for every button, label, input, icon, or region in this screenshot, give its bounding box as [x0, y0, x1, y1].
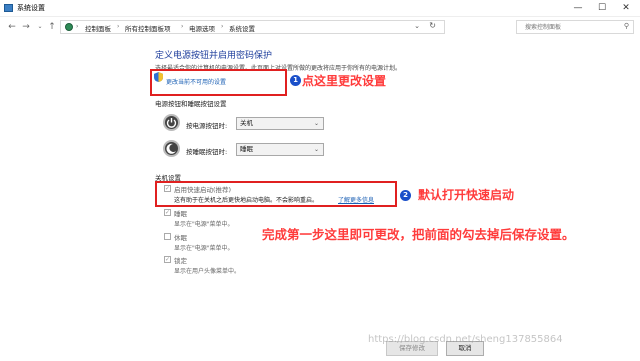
sleep-button-value: 睡眠 [240, 145, 253, 153]
chevron-right-icon[interactable]: › [221, 23, 223, 30]
power-button-value: 关机 [240, 119, 253, 127]
chevron-down-icon: ⌄ [313, 146, 319, 153]
sleep-moon-icon [163, 140, 180, 157]
window-title: 系统设置 [17, 4, 45, 12]
lock-checkbox[interactable]: ✓ [164, 256, 171, 263]
address-bar: ← → ⌄ ↑ › 控制面板 › 所有控制面板项 › 电源选项 › 系统设置 ⌄… [0, 17, 640, 37]
chevron-right-icon[interactable]: › [117, 23, 119, 30]
breadcrumb-power-options[interactable]: 电源选项 [189, 23, 215, 33]
annotation-badge-1: 1 [290, 75, 301, 86]
uac-shield-icon [154, 72, 163, 82]
hibernate-label: 休眠 [174, 234, 187, 242]
watermark: https://blog.csdn.net/sheng137855864 [368, 334, 563, 345]
up-arrow-icon[interactable]: ↑ [46, 20, 58, 34]
chevron-right-icon[interactable]: › [181, 23, 183, 30]
fast-startup-description: 这有助于在关机之后更快地启动电脑。不会影响重启。 [174, 197, 319, 204]
title-bar: 系统设置 — ☐ ✕ [0, 0, 640, 17]
maximize-button[interactable]: ☐ [590, 0, 614, 16]
annotation-text-2: 默认打开快速启动 [418, 188, 515, 202]
chevron-right-icon: › [76, 23, 79, 30]
breadcrumb-control-panel[interactable]: 控制面板 [85, 23, 111, 33]
control-panel-icon [65, 23, 73, 31]
annotation-badge-2: 2 [400, 190, 411, 201]
control-panel-app-icon [4, 4, 13, 12]
sleep-description: 显示在"电源"菜单中。 [174, 221, 234, 228]
breadcrumb-system-settings[interactable]: 系统设置 [229, 23, 255, 33]
fast-startup-label: 启用快速启动(推荐) [174, 186, 232, 194]
lock-label: 锁定 [174, 257, 187, 265]
lock-description: 显示在用户头像菜单中。 [174, 268, 241, 275]
sleep-checkbox[interactable]: ✓ [164, 209, 171, 216]
hibernate-description: 显示在"电源"菜单中。 [174, 245, 234, 252]
chevron-down-icon[interactable]: ⌄ [414, 22, 420, 30]
address-path[interactable]: › 控制面板 › 所有控制面板项 › 电源选项 › 系统设置 ⌄ ↻ [60, 20, 445, 34]
sleep-button-label: 按睡眠按钮时: [186, 148, 228, 156]
learn-more-link[interactable]: 了解更多信息 [338, 195, 374, 204]
close-button[interactable]: ✕ [614, 0, 638, 16]
power-button-select[interactable]: 关机 ⌄ [236, 117, 324, 130]
section-buttons-heading: 电源按钮和睡眠按钮设置 [155, 100, 227, 108]
search-input[interactable] [517, 21, 617, 33]
forward-arrow-icon[interactable]: → [20, 20, 32, 34]
sleep-button-select[interactable]: 睡眠 ⌄ [236, 143, 324, 156]
breadcrumb-all-items[interactable]: 所有控制面板项 [125, 23, 171, 33]
annotation-text-3: 完成第一步这里即可更改，把前面的勾去掉后保存设置。 [262, 227, 575, 242]
hibernate-checkbox[interactable] [164, 233, 171, 240]
chevron-down-icon: ⌄ [313, 120, 319, 127]
change-unavailable-settings-link[interactable]: 更改当前不可用的设置 [166, 77, 226, 86]
sleep-label: 睡眠 [174, 210, 187, 218]
search-icon[interactable]: ⚲ [624, 22, 629, 30]
back-arrow-icon[interactable]: ← [6, 20, 18, 34]
fast-startup-checkbox[interactable]: ✓ [164, 185, 171, 192]
power-button-label: 按电源按钮时: [186, 122, 228, 130]
search-box[interactable]: ⚲ [516, 20, 634, 34]
annotation-text-1: 点这里更改设置 [302, 74, 387, 88]
refresh-icon[interactable]: ↻ [429, 21, 436, 30]
power-button-icon [163, 114, 180, 131]
minimize-button[interactable]: — [566, 0, 590, 16]
page-title: 定义电源按钮并启用密码保护 [155, 51, 273, 61]
recent-dropdown-icon[interactable]: ⌄ [34, 20, 46, 34]
